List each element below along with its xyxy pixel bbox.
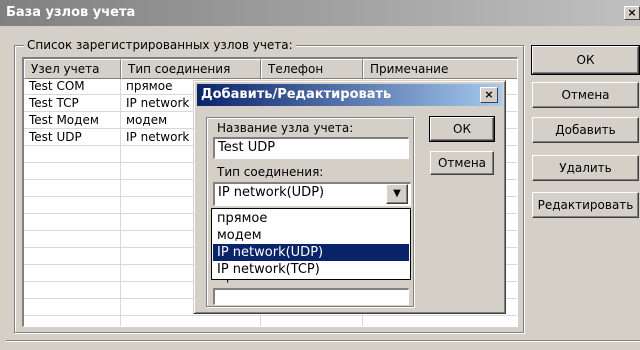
node-name-cell: Test UDP bbox=[29, 130, 82, 144]
main-window-title: База узлов учета bbox=[6, 5, 136, 20]
node-name-cell: Test TCP bbox=[29, 96, 79, 110]
dialog-title: Добавить/Редактировать bbox=[201, 87, 392, 102]
column-header-note[interactable]: Примечание bbox=[363, 59, 517, 79]
close-icon: × bbox=[627, 6, 637, 19]
nodes-group-label: Список зарегистрированных узлов учета: bbox=[24, 37, 296, 53]
dropdown-option[interactable]: модем bbox=[213, 227, 409, 244]
dropdown-option[interactable]: прямое bbox=[213, 210, 409, 227]
chevron-down-icon: ▼ bbox=[393, 188, 401, 199]
connection-type-dropdown-button[interactable]: ▼ bbox=[386, 184, 408, 204]
main-window-titlebar[interactable]: База узлов учета bbox=[0, 0, 640, 26]
connection-type-select[interactable]: IP network(UDP) bbox=[213, 182, 411, 206]
cancel-button[interactable]: Отмена bbox=[532, 82, 639, 108]
node-name-cell: Test COM bbox=[29, 79, 85, 93]
close-icon: × bbox=[484, 88, 494, 101]
column-header-connection-type[interactable]: Тип соединения bbox=[121, 59, 261, 79]
dialog-titlebar[interactable]: Добавить/Редактировать bbox=[197, 84, 502, 106]
node-name-cell: Test Модем bbox=[29, 113, 99, 127]
dialog-ok-button[interactable]: ОК bbox=[429, 116, 495, 142]
note-input[interactable] bbox=[213, 288, 409, 305]
edit-button[interactable]: Редактировать bbox=[532, 192, 639, 218]
add-button[interactable]: Добавить bbox=[532, 117, 639, 143]
status-divider bbox=[6, 340, 640, 342]
connection-type-dropdown-list[interactable]: прямое модем IP network(UDP) IP network(… bbox=[211, 208, 411, 280]
column-header-node[interactable]: Узел учета bbox=[24, 59, 121, 79]
delete-button[interactable]: Удалить bbox=[532, 155, 639, 181]
ok-button[interactable]: ОК bbox=[531, 45, 640, 75]
node-name-input[interactable]: Test UDP bbox=[213, 137, 409, 159]
node-name-label: Название узла учета: bbox=[217, 121, 354, 135]
dialog-close-button[interactable]: × bbox=[480, 87, 498, 103]
connection-type-label: Тип соединения: bbox=[217, 165, 324, 179]
dialog-cancel-button[interactable]: Отмена bbox=[430, 151, 494, 175]
dropdown-option[interactable]: IP network(TCP) bbox=[213, 261, 409, 278]
column-header-phone[interactable]: Телефон bbox=[261, 59, 363, 79]
dropdown-option-selected[interactable]: IP network(UDP) bbox=[213, 244, 409, 261]
main-window-close-button[interactable]: × bbox=[624, 6, 640, 20]
